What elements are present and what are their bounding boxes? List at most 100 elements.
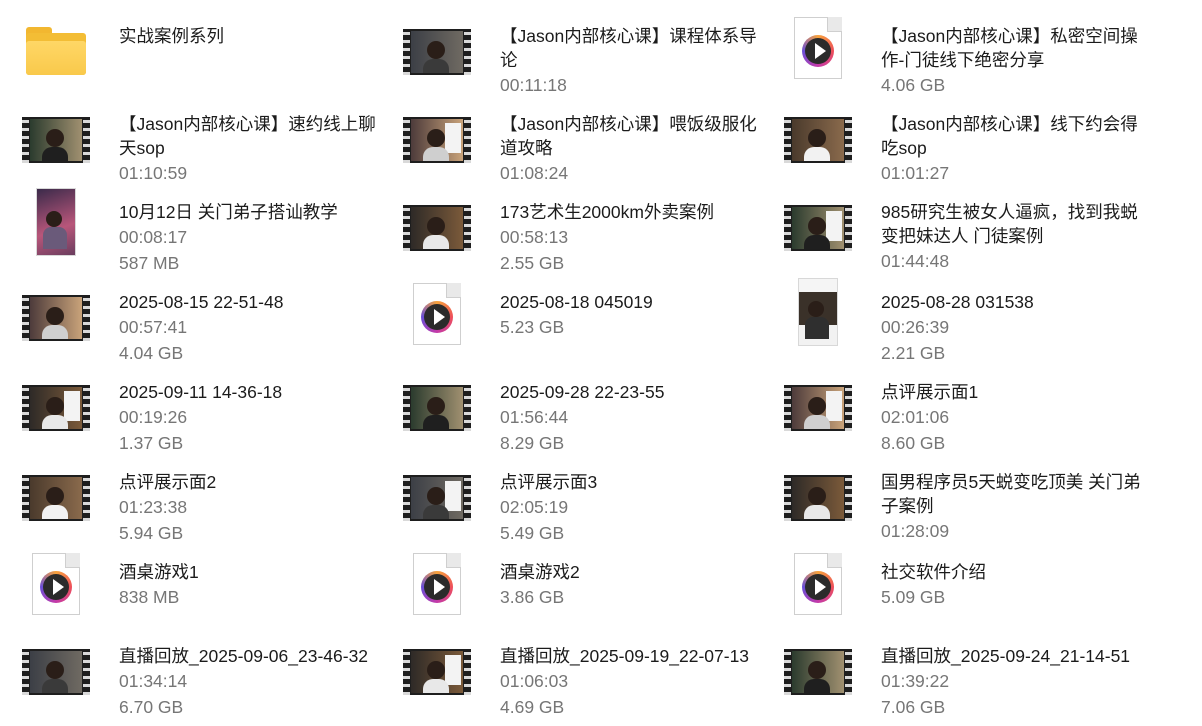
film-strip (403, 385, 471, 431)
video-frame (30, 477, 82, 519)
file-item[interactable]: 酒桌游戏1 838 MB (20, 548, 390, 632)
film-holes-left (784, 385, 791, 431)
film-holes-right (464, 649, 471, 695)
video-thumbnail (401, 108, 473, 172)
file-item[interactable]: 【Jason内部核心课】喂饭级服化道攻略 01:08:24 (401, 100, 771, 184)
file-name: 直播回放_2025-09-24_21-14-51 (881, 646, 1131, 666)
file-detail-1: 00:58:13 (500, 227, 569, 247)
video-thumbnail (782, 376, 854, 440)
person-body (423, 147, 449, 161)
file-detail-1: 00:19:26 (119, 407, 188, 427)
film-holes-right (83, 295, 90, 341)
file-detail-2: 6.70 GB (119, 697, 184, 717)
portrait-thumbnail (20, 188, 92, 256)
file-item[interactable]: 985研究生被女人逼疯，找到我蜕变把妹达人 门徒案例 01:44:48 (782, 188, 1152, 272)
film-holes-right (83, 385, 90, 431)
file-item[interactable]: 点评展示面2 01:23:38 5.94 GB (20, 458, 390, 543)
film-holes-left (403, 205, 410, 251)
file-detail-2: 7.06 GB (881, 697, 946, 717)
file-item[interactable]: 实战案例系列 (20, 12, 390, 96)
video-thumbnail (782, 108, 854, 172)
file-item[interactable]: 点评展示面1 02:01:06 8.60 GB (782, 368, 1152, 453)
file-meta: 10月12日 关门弟子搭讪教学 00:08:17 587 MB (119, 200, 391, 276)
film-holes-left (22, 385, 29, 431)
file-name: 985研究生被女人逼疯，找到我蜕变把妹达人 门徒案例 (881, 202, 1138, 246)
film-strip (22, 295, 90, 341)
film-strip (22, 385, 90, 431)
file-meta: 点评展示面1 02:01:06 8.60 GB (881, 380, 1153, 456)
file-detail-1: 01:01:27 (881, 163, 950, 183)
file-detail-1: 01:39:22 (881, 671, 950, 691)
person-head (46, 211, 62, 227)
file-item[interactable]: 2025-08-28 031538 00:26:39 2.21 GB (782, 278, 1152, 363)
video-document-shape (794, 17, 842, 79)
file-detail-1: 02:05:19 (500, 497, 569, 517)
person-head (808, 129, 826, 147)
file-name: 2025-08-28 031538 (881, 292, 1034, 312)
chat-panel (445, 123, 461, 153)
film-strip (784, 649, 852, 695)
video-frame (792, 119, 844, 161)
file-item[interactable]: 直播回放_2025-09-19_22-07-13 01:06:03 4.69 GB (401, 632, 771, 717)
film-strip (403, 475, 471, 521)
video-document-shape (794, 553, 842, 615)
file-item[interactable]: 2025-08-15 22-51-48 00:57:41 4.04 GB (20, 278, 390, 363)
person-body (423, 679, 449, 693)
film-holes-right (83, 649, 90, 695)
person-head (808, 397, 826, 415)
film-holes-right (464, 29, 471, 75)
file-item[interactable]: 【Jason内部核心课】私密空间操作-门徒线下绝密分享 4.06 GB (782, 12, 1152, 96)
file-item[interactable]: 2025-09-28 22-23-55 01:56:44 8.29 GB (401, 368, 771, 453)
file-name: 实战案例系列 (119, 26, 224, 46)
file-item[interactable]: 【Jason内部核心课】速约线上聊天sop 01:10:59 (20, 100, 390, 184)
document-fold (827, 17, 842, 32)
file-item[interactable]: 【Jason内部核心课】线下约会得吃sop 01:01:27 (782, 100, 1152, 184)
file-grid: 实战案例系列 【Jason内部核心课】课程体系导论 00:11:18 【Jason内部… (0, 0, 1202, 726)
file-item[interactable]: 【Jason内部核心课】课程体系导论 00:11:18 (401, 12, 771, 96)
film-holes-left (784, 117, 791, 163)
file-meta: 直播回放_2025-09-24_21-14-51 01:39:22 7.06 GB (881, 644, 1153, 720)
chat-panel (826, 391, 842, 421)
file-item[interactable]: 173艺术生2000km外卖案例 00:58:13 2.55 GB (401, 188, 771, 273)
video-frame (792, 387, 844, 429)
video-frame (411, 31, 463, 73)
file-item[interactable]: 国男程序员5天蜕变吃顶美 关门弟子案例 01:28:09 (782, 458, 1152, 542)
person-head (808, 661, 826, 679)
file-detail-1: 838 MB (119, 587, 180, 607)
file-meta: 【Jason内部核心课】喂饭级服化道攻略 01:08:24 (500, 112, 772, 186)
film-strip (403, 205, 471, 251)
file-item[interactable]: 2025-08-18 045019 5.23 GB (401, 278, 771, 362)
file-name: 点评展示面3 (500, 472, 598, 492)
file-name: 2025-08-18 045019 (500, 292, 653, 312)
person-body (423, 59, 449, 73)
file-meta: 173艺术生2000km外卖案例 00:58:13 2.55 GB (500, 200, 772, 276)
file-name: 10月12日 关门弟子搭讪教学 (119, 202, 338, 222)
video-frame (30, 119, 82, 161)
file-item[interactable]: 酒桌游戏2 3.86 GB (401, 548, 771, 632)
person-head (427, 41, 445, 59)
file-meta: 2025-08-28 031538 00:26:39 2.21 GB (881, 290, 1153, 366)
file-item[interactable]: 社交软件介绍 5.09 GB (782, 548, 1152, 632)
film-holes-right (845, 385, 852, 431)
person-head (427, 397, 445, 415)
file-detail-2: 8.29 GB (500, 433, 565, 453)
film-strip (403, 649, 471, 695)
person-head (808, 487, 826, 505)
film-holes-right (845, 117, 852, 163)
document-fold (827, 553, 842, 568)
file-item[interactable]: 2025-09-11 14-36-18 00:19:26 1.37 GB (20, 368, 390, 453)
video-frame (792, 477, 844, 519)
file-meta: 【Jason内部核心课】私密空间操作-门徒线下绝密分享 4.06 GB (881, 24, 1153, 98)
file-item[interactable]: 点评展示面3 02:05:19 5.49 GB (401, 458, 771, 543)
video-frame (30, 387, 82, 429)
file-item[interactable]: 10月12日 关门弟子搭讪教学 00:08:17 587 MB (20, 188, 390, 273)
file-meta: 社交软件介绍 5.09 GB (881, 560, 1153, 610)
chat-panel (826, 211, 842, 241)
file-item[interactable]: 直播回放_2025-09-24_21-14-51 01:39:22 7.06 GB (782, 632, 1152, 717)
file-meta: 2025-09-11 14-36-18 00:19:26 1.37 GB (119, 380, 391, 456)
film-strip (784, 475, 852, 521)
file-item[interactable]: 直播回放_2025-09-06_23-46-32 01:34:14 6.70 GB (20, 632, 390, 717)
file-detail-2: 8.60 GB (881, 433, 946, 453)
file-meta: 985研究生被女人逼疯，找到我蜕变把妹达人 门徒案例 01:44:48 (881, 200, 1153, 274)
file-meta: 酒桌游戏2 3.86 GB (500, 560, 772, 610)
